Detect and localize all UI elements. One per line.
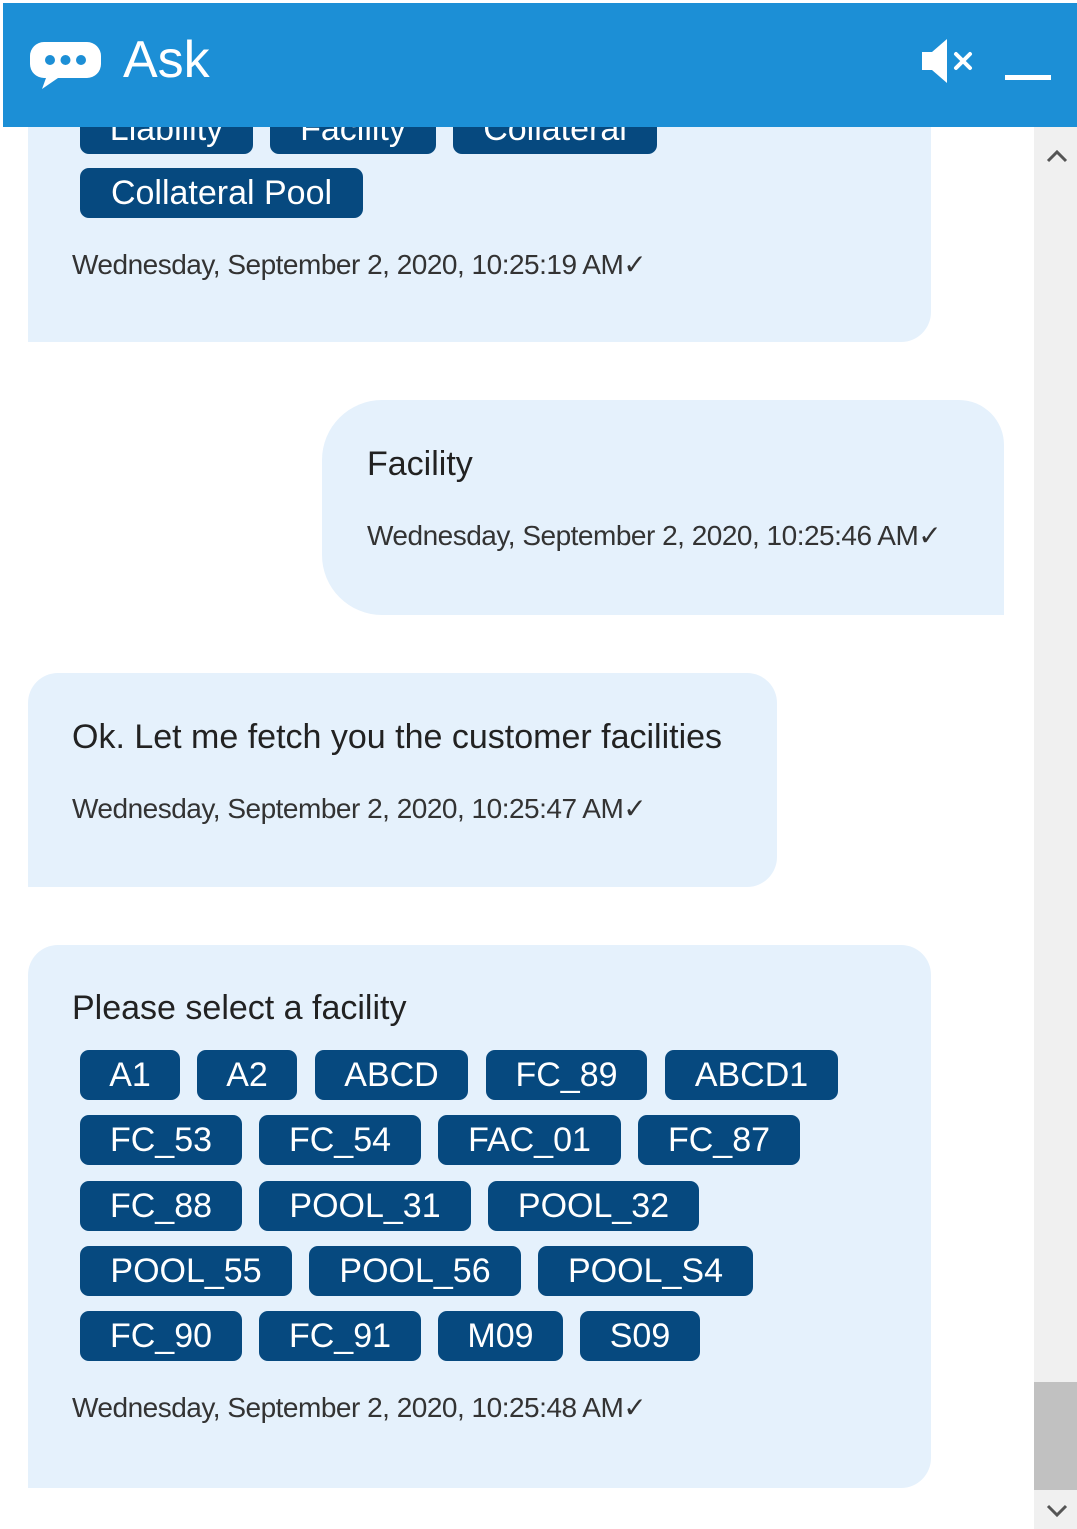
option-chip-collateral-pool[interactable]: Collateral Pool [80, 168, 363, 218]
message-timestamp: Wednesday, September 2, 2020, 10:25:19 A… [72, 249, 647, 280]
user-message-bubble [322, 400, 1004, 615]
facility-chip-fc-90[interactable]: FC_90 [80, 1311, 242, 1361]
scrollbar-thumb[interactable] [1034, 1382, 1077, 1490]
bot-message-bubble [28, 673, 777, 887]
facility-chip-a2[interactable]: A2 [197, 1050, 297, 1100]
facility-chip-s09[interactable]: S09 [580, 1311, 700, 1361]
facility-chip-abcd1[interactable]: ABCD1 [665, 1050, 838, 1100]
bot-message-text: Please select a facility [72, 989, 407, 1027]
facility-chip-pool-31[interactable]: POOL_31 [259, 1181, 471, 1231]
facility-chip-fac-01[interactable]: FAC_01 [438, 1115, 621, 1165]
facility-chip-pool-55[interactable]: POOL_55 [80, 1246, 292, 1296]
minimize-icon[interactable] [1005, 75, 1051, 80]
user-message-text: Facility [367, 445, 473, 483]
facility-chip-fc-89[interactable]: FC_89 [486, 1050, 647, 1100]
message-timestamp: Wednesday, September 2, 2020, 10:25:48 A… [72, 1392, 647, 1423]
scroll-down-arrow-icon[interactable] [1045, 1503, 1069, 1519]
facility-chip-m09[interactable]: M09 [438, 1311, 563, 1361]
app-title: Ask [123, 31, 210, 89]
scrollbar-track[interactable] [1034, 127, 1077, 1529]
facility-chip-fc-53[interactable]: FC_53 [80, 1115, 242, 1165]
facility-chip-pool-s4[interactable]: POOL_S4 [538, 1246, 753, 1296]
chat-transcript: Liability Facility Collateral Collateral… [0, 0, 1034, 1529]
facility-chip-fc-87[interactable]: FC_87 [638, 1115, 800, 1165]
facility-chip-abcd[interactable]: ABCD [315, 1050, 468, 1100]
message-timestamp: Wednesday, September 2, 2020, 10:25:46 A… [367, 520, 942, 551]
speaker-muted-icon[interactable] [920, 36, 976, 86]
scroll-up-arrow-icon[interactable] [1045, 148, 1069, 164]
facility-chip-pool-56[interactable]: POOL_56 [309, 1246, 521, 1296]
bot-message-text: Ok. Let me fetch you the customer facili… [72, 718, 723, 756]
facility-chip-pool-32[interactable]: POOL_32 [488, 1181, 699, 1231]
message-timestamp: Wednesday, September 2, 2020, 10:25:47 A… [72, 793, 647, 824]
facility-chip-fc-54[interactable]: FC_54 [259, 1115, 421, 1165]
chat-header: Ask [3, 3, 1077, 127]
facility-chip-fc-88[interactable]: FC_88 [80, 1181, 242, 1231]
facility-chip-fc-91[interactable]: FC_91 [259, 1311, 421, 1361]
chat-bubble-icon [30, 42, 101, 89]
facility-chip-a1[interactable]: A1 [80, 1050, 180, 1100]
